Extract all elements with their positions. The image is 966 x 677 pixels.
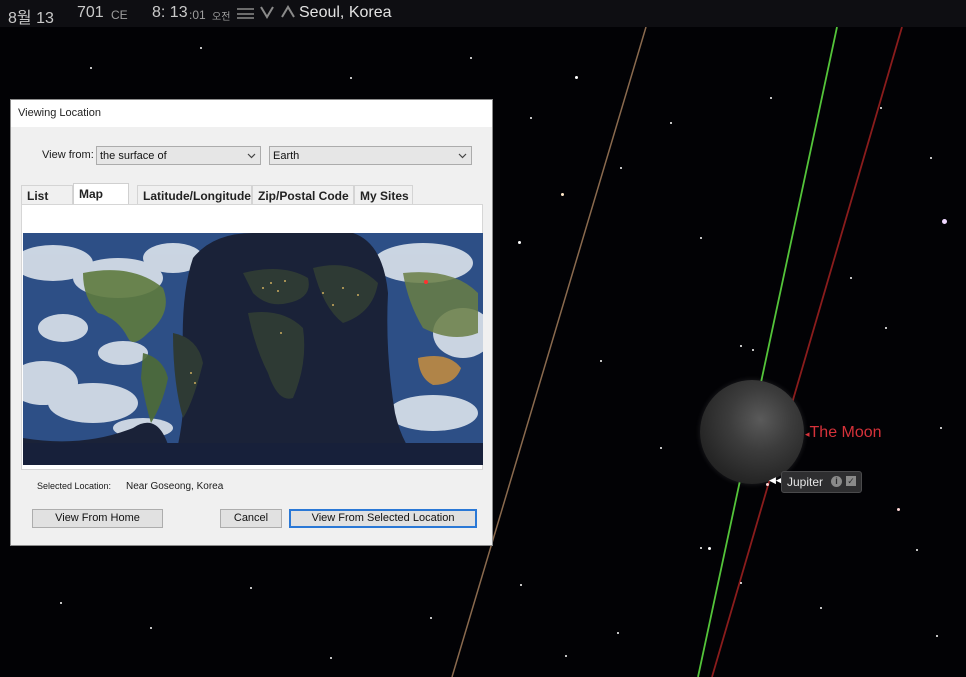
star[interactable] <box>752 349 754 351</box>
view-from-selected-location-button[interactable]: View From Selected Location <box>289 509 477 528</box>
star[interactable] <box>250 587 252 589</box>
star[interactable] <box>200 47 202 49</box>
selected-location-label: Selected Location: <box>37 481 112 491</box>
date-display[interactable]: 8월 13 <box>8 4 54 28</box>
star[interactable] <box>350 77 352 79</box>
star[interactable] <box>930 157 932 159</box>
tab-my-sites[interactable]: My Sites <box>354 185 413 204</box>
view-from-value: the surface of <box>100 150 167 162</box>
tab-list[interactable]: List <box>21 185 73 204</box>
tab-zip-postal-code[interactable]: Zip/Postal Code <box>252 185 354 204</box>
star[interactable] <box>617 632 619 634</box>
dialog-titlebar[interactable]: Viewing Location <box>11 100 492 127</box>
star[interactable] <box>936 635 938 637</box>
star[interactable] <box>470 57 472 59</box>
star[interactable] <box>885 327 887 329</box>
era-display[interactable]: CE <box>111 8 128 22</box>
star[interactable] <box>700 547 702 549</box>
star[interactable] <box>916 549 918 551</box>
checkbox-icon[interactable]: ✓ <box>846 476 856 486</box>
jupiter-label-box[interactable]: Jupiter i ✓ <box>781 471 862 493</box>
star[interactable] <box>150 627 152 629</box>
star[interactable] <box>330 657 332 659</box>
star[interactable] <box>880 107 882 109</box>
view-from-home-button[interactable]: View From Home <box>32 509 163 528</box>
star[interactable] <box>660 447 662 449</box>
info-icon[interactable]: i <box>831 476 842 487</box>
star[interactable] <box>520 584 522 586</box>
chevron-down-icon[interactable] <box>259 5 275 19</box>
chevron-up-icon[interactable] <box>280 5 296 19</box>
selected-location-value: Near Goseong, Korea <box>126 481 224 492</box>
star[interactable] <box>897 508 900 511</box>
seconds-display[interactable]: :01 <box>189 8 206 22</box>
star[interactable] <box>700 237 702 239</box>
star[interactable] <box>740 582 742 584</box>
tab-latitude-longitude[interactable]: Latitude/Longitude <box>137 185 252 204</box>
star[interactable] <box>820 607 822 609</box>
green-line <box>697 27 838 677</box>
chevron-down-icon <box>247 153 256 159</box>
viewing-location-dialog: Viewing Location View from: the surface … <box>10 99 493 546</box>
location-display[interactable]: Seoul, Korea <box>299 4 392 22</box>
body-value: Earth <box>273 150 300 162</box>
world-map[interactable] <box>23 233 483 465</box>
star[interactable] <box>850 277 852 279</box>
cancel-button[interactable]: Cancel <box>220 509 282 528</box>
year-display[interactable]: 701 <box>77 4 104 22</box>
star[interactable] <box>90 67 92 69</box>
chevron-down-icon <box>458 153 467 159</box>
jupiter-label[interactable]: Jupiter <box>787 475 823 489</box>
dialog-title: Viewing Location <box>18 107 101 119</box>
star[interactable] <box>940 427 942 429</box>
map-panel <box>21 204 483 470</box>
time-display[interactable]: 8: 13 <box>152 4 188 22</box>
moon[interactable] <box>700 380 804 484</box>
star[interactable] <box>561 193 564 196</box>
view-from-label: View from: <box>42 149 94 161</box>
ampm-display[interactable]: 오전 <box>212 8 230 23</box>
star[interactable] <box>530 117 532 119</box>
star[interactable] <box>60 602 62 604</box>
star[interactable] <box>430 617 432 619</box>
star[interactable] <box>575 76 578 79</box>
star[interactable] <box>518 241 521 244</box>
view-from-dropdown[interactable]: the surface of <box>96 146 261 165</box>
star[interactable] <box>708 547 711 550</box>
star[interactable] <box>740 345 742 347</box>
red-line <box>711 27 903 677</box>
star[interactable] <box>600 360 602 362</box>
location-tabs: List Map Latitude/Longitude Zip/Postal C… <box>21 183 483 205</box>
body-dropdown[interactable]: Earth <box>269 146 472 165</box>
star[interactable] <box>770 97 772 99</box>
star[interactable] <box>670 122 672 124</box>
star[interactable] <box>620 167 622 169</box>
star[interactable] <box>565 655 567 657</box>
top-bar: 8월 13 701 CE 8: 13 :01 오전 Seoul, Korea <box>0 0 966 27</box>
tab-map[interactable]: Map <box>73 183 129 205</box>
star[interactable] <box>942 219 947 224</box>
moon-label[interactable]: ◂The Moon <box>805 424 882 442</box>
hamburger-menu-icon[interactable] <box>237 8 254 19</box>
